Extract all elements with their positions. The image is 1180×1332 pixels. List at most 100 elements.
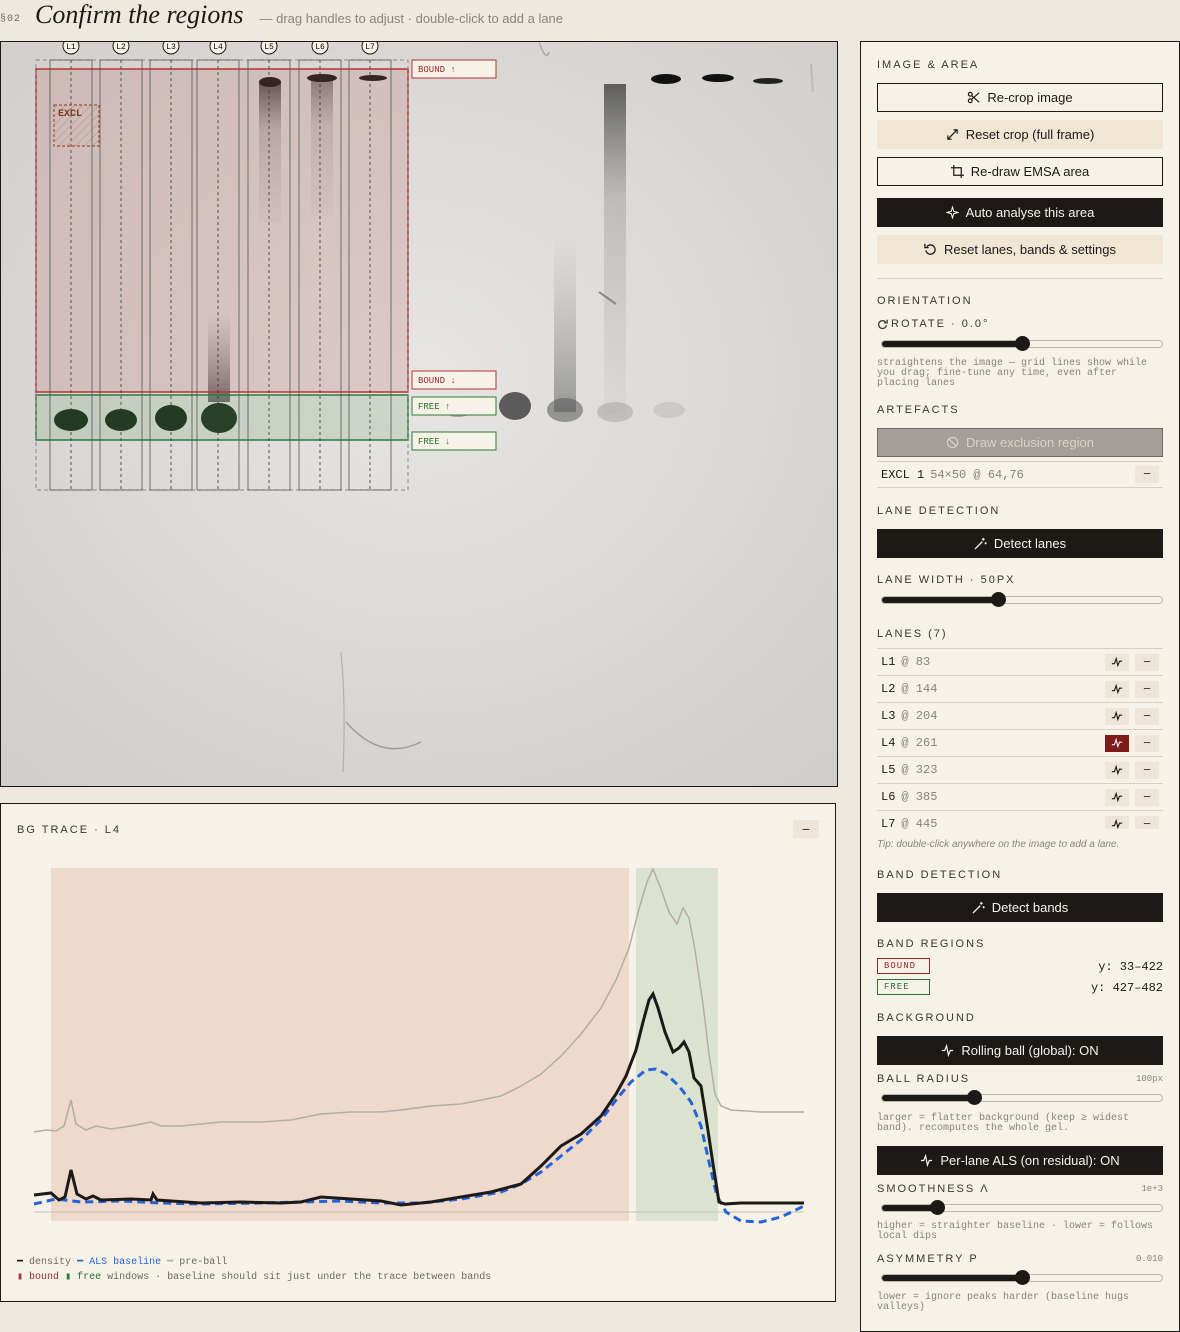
band-regions-heading: BAND REGIONS: [877, 938, 986, 950]
lane-row-label: L3: [881, 709, 896, 723]
page-title: Confirm the regions: [35, 0, 244, 29]
trace-toggle-icon[interactable]: [1105, 653, 1129, 671]
trace-toggle-icon[interactable]: [1105, 734, 1129, 752]
rotate-icon: [878, 319, 888, 329]
trace-legend-line2: ▮ bound ▮ free windows · baseline should…: [17, 1272, 492, 1283]
lane-row-l2[interactable]: L2 @ 144 −: [877, 676, 1163, 703]
recrop-button[interactable]: Re-crop image: [877, 83, 1163, 112]
lane-remove-button[interactable]: −: [1135, 734, 1159, 752]
gel-smear: [554, 232, 576, 412]
lane-row-l7[interactable]: L7 @ 445 −: [877, 811, 1163, 829]
gel-svg[interactable]: L1 L2 L3 L4 L5 L6 L7 EXCL BOUND ↑ BOUND …: [1, 42, 838, 787]
exclusion-item-name: EXCL 1: [881, 467, 925, 482]
magic-wand-icon: [974, 537, 987, 550]
als-button[interactable]: Per-lane ALS (on residual): ON: [877, 1146, 1163, 1175]
lane-row-label: L4: [881, 736, 896, 750]
gel-image-canvas[interactable]: L1 L2 L3 L4 L5 L6 L7 EXCL BOUND ↑ BOUND …: [0, 41, 838, 787]
slider-knob[interactable]: [930, 1200, 945, 1215]
asymmetry-slider[interactable]: [881, 1270, 1163, 1285]
slider-knob[interactable]: [967, 1090, 982, 1105]
slider-knob[interactable]: [1015, 336, 1030, 351]
free-top-label: FREE ↑: [418, 402, 450, 412]
legend-density: density: [29, 1257, 72, 1268]
legend-bound: bound: [29, 1272, 60, 1283]
lane-row-l5[interactable]: L5 @ 323 −: [877, 757, 1163, 784]
auto-analyse-button[interactable]: Auto analyse this area: [877, 198, 1163, 227]
ball-radius-note: larger = flatter background (keep ≥ wide…: [877, 1113, 1130, 1134]
background-heading: BACKGROUND: [877, 1012, 976, 1024]
lane-row-l3[interactable]: L3 @ 204 −: [877, 703, 1163, 730]
artefacts-heading: ARTEFACTS: [877, 404, 960, 416]
detect-bands-button[interactable]: Detect bands: [877, 893, 1163, 922]
band-detection-heading: BAND DETECTION: [877, 869, 1003, 881]
lane-row-position: @ 323: [901, 763, 938, 777]
exclusion-item: EXCL 1 54×50 @ 64,76 −: [877, 461, 1163, 488]
lane-row-l6[interactable]: L6 @ 385 −: [877, 784, 1163, 811]
trace-collapse-button[interactable]: −: [793, 820, 819, 838]
slider-knob[interactable]: [991, 592, 1006, 607]
lane-remove-button[interactable]: −: [1135, 815, 1159, 829]
rolling-ball-button[interactable]: Rolling ball (global): ON: [877, 1036, 1163, 1065]
lane-remove-button[interactable]: −: [1135, 707, 1159, 725]
smoothness-slider[interactable]: [881, 1200, 1163, 1215]
sparkle-icon: [945, 206, 959, 219]
lane-label-l4: L4: [213, 43, 223, 52]
ball-radius-value: 100px: [1135, 1074, 1163, 1084]
draw-exclusion-button[interactable]: Draw exclusion region: [877, 428, 1163, 457]
slider-knob[interactable]: [1015, 1270, 1030, 1285]
page-header: §02 Confirm the regions — drag handles t…: [0, 0, 860, 34]
lane-width-slider[interactable]: [881, 592, 1163, 607]
section-number: §02: [0, 14, 22, 25]
detect-lanes-button[interactable]: Detect lanes: [877, 529, 1163, 558]
activity-icon: [921, 1154, 933, 1167]
lane-row-l1[interactable]: L1 @ 83 −: [877, 649, 1163, 676]
smoothness-label: SMOOTHNESS Λ: [877, 1183, 990, 1195]
trace-toggle-icon[interactable]: [1105, 788, 1129, 806]
reset-all-button[interactable]: Reset lanes, bands & settings: [877, 235, 1163, 264]
asymmetry-label: ASYMMETRY P: [877, 1253, 979, 1265]
bound-range: y: 33–422: [1098, 960, 1163, 974]
bg-trace-panel: BG TRACE · L4 − ━ density ━ ALS baseline…: [0, 803, 836, 1302]
lanes-heading: LANES (7): [877, 628, 948, 640]
trace-toggle-icon[interactable]: [1105, 815, 1129, 829]
lanes-list[interactable]: L1 @ 83− L2 @ 144− L3 @ 204− L4 @ 261− L5 @ 323− L…: [877, 648, 1163, 829]
rotate-label-row: ROTATE · 0.0°: [877, 318, 989, 330]
lane-remove-button[interactable]: −: [1135, 680, 1159, 698]
exclusion-label: EXCL: [58, 109, 82, 120]
lane-remove-button[interactable]: −: [1135, 788, 1159, 806]
trace-plot: [33, 867, 805, 1224]
rotate-slider[interactable]: [881, 336, 1163, 351]
trace-toggle-icon[interactable]: [1105, 761, 1129, 779]
ball-radius-slider[interactable]: [881, 1090, 1163, 1105]
lane-remove-button[interactable]: −: [1135, 761, 1159, 779]
activity-icon: [942, 1044, 954, 1057]
detect-bands-label: Detect bands: [991, 900, 1069, 915]
als-label: Per-lane ALS (on residual): ON: [940, 1153, 1120, 1168]
rolling-ball-label: Rolling ball (global): ON: [961, 1043, 1099, 1058]
lane-label-l5: L5: [264, 43, 274, 52]
bound-window: [51, 868, 629, 1221]
trace-legend-line1: ━ density ━ ALS baseline ━ pre-ball: [17, 1257, 228, 1268]
reset-all-label: Reset lanes, bands & settings: [944, 242, 1116, 257]
smoothness-value: 1e+3: [1141, 1184, 1163, 1194]
lane-row-label: L2: [881, 682, 896, 696]
legend-baseline: ALS baseline: [89, 1257, 162, 1268]
trace-toggle-icon[interactable]: [1105, 680, 1129, 698]
image-area-heading: IMAGE & AREA: [877, 59, 980, 71]
legend-preball: pre-ball: [179, 1257, 228, 1268]
lane-row-position: @ 204: [901, 709, 938, 723]
lane-remove-button[interactable]: −: [1135, 653, 1159, 671]
lane-row-position: @ 144: [901, 682, 938, 696]
reset-crop-button[interactable]: Reset crop (full frame): [877, 120, 1163, 149]
redraw-area-button[interactable]: Re-draw EMSA area: [877, 157, 1163, 186]
lane-label-l1: L1: [66, 43, 76, 52]
lane-row-position: @ 445: [901, 817, 938, 829]
trace-toggle-icon[interactable]: [1105, 707, 1129, 725]
scissors-icon: [968, 91, 980, 104]
ball-radius-label: BALL RADIUS: [877, 1073, 971, 1085]
redraw-area-label: Re-draw EMSA area: [970, 164, 1090, 179]
auto-analyse-label: Auto analyse this area: [965, 205, 1095, 220]
lane-row-l4[interactable]: L4 @ 261 −: [877, 730, 1163, 757]
gel-band: [753, 78, 783, 84]
exclusion-remove-button[interactable]: −: [1135, 466, 1159, 483]
